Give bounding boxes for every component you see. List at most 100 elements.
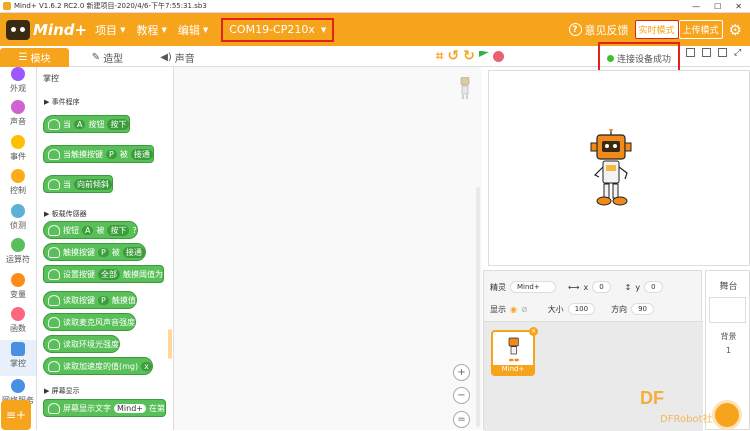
category-sound[interactable]: 声音: [0, 100, 36, 127]
size-label: 大小: [547, 304, 564, 314]
chevron-down-icon: ▼: [320, 25, 327, 34]
eye-hidden-icon[interactable]: ⊘: [521, 305, 528, 314]
delete-icon[interactable]: ✕: [529, 327, 538, 336]
extension-icon: ≡+: [5, 408, 27, 422]
category-control[interactable]: 控制: [0, 169, 36, 196]
minimize-button[interactable]: —: [692, 2, 700, 11]
menu-project[interactable]: 项目 ▼: [95, 22, 125, 38]
mpython-icon: [48, 402, 60, 414]
logo: Mind+: [6, 19, 88, 40]
zoom-in-button[interactable]: +: [453, 364, 470, 381]
close-button[interactable]: ✕: [735, 2, 742, 11]
logo-face-icon: [6, 19, 30, 40]
show-label: 显示: [490, 304, 506, 314]
block-read-mic[interactable]: 读取麦克风声音强度: [43, 313, 136, 331]
fullscreen-icon[interactable]: ⤢: [734, 48, 741, 58]
stage-thumbnail[interactable]: [709, 297, 746, 323]
y-label: y: [635, 282, 641, 292]
undo-icon[interactable]: ↺: [447, 48, 459, 64]
mpython-icon: [48, 294, 60, 306]
menu-tutorial[interactable]: 教程 ▼: [136, 22, 166, 38]
category-sensing[interactable]: 侦测: [0, 204, 36, 231]
mpython-icon: [48, 246, 60, 258]
block-read-light[interactable]: 读取环境光强度: [43, 335, 120, 353]
maximize-button[interactable]: ☐: [714, 2, 721, 11]
sprite-thumb-label: Mind+: [491, 365, 535, 376]
block-screen-text[interactable]: 屏幕显示文字 Mind+ 在第: [43, 399, 166, 417]
x-label: x: [583, 282, 589, 292]
stage-canvas[interactable]: [488, 70, 750, 266]
y-arrows-icon: ↕: [624, 282, 632, 292]
feedback-button[interactable]: ? 意见反馈: [568, 22, 629, 38]
normal-stage-icon[interactable]: [702, 48, 711, 57]
add-sprite-button[interactable]: [712, 400, 742, 430]
extensions-button[interactable]: ≡+: [1, 400, 31, 430]
tab-blocks[interactable]: ☰ 模块: [0, 48, 69, 67]
connected-dot-icon: [606, 55, 614, 62]
y-input[interactable]: 0: [644, 281, 663, 293]
palette-scrollbar[interactable]: [168, 329, 172, 359]
block-when-touch[interactable]: 当触摸按键 P 被接通: [43, 145, 154, 163]
green-flag-icon[interactable]: [478, 50, 489, 58]
gear-icon[interactable]: ⚙: [729, 21, 742, 39]
direction-input[interactable]: 90: [631, 303, 654, 315]
sprite-name-input[interactable]: Mind+: [510, 281, 556, 293]
redo-icon[interactable]: ↻: [463, 48, 475, 64]
eye-icon[interactable]: ◉: [510, 305, 517, 314]
block-palette: 掌控 ▶ 事件程序 当 A 按钮 按下 当触摸按键 P 被接通 当向前倾斜 ▶ 板载传感器…: [37, 67, 174, 430]
block-read-accel[interactable]: 读取加速度的值(mg) x: [43, 357, 153, 375]
question-icon: ?: [568, 23, 582, 36]
mpython-icon: [48, 224, 60, 236]
mpython-icon: [48, 338, 60, 350]
watermark-logo: DF: [640, 388, 664, 408]
tab-costumes[interactable]: ✎ 造型: [75, 48, 140, 67]
category-events[interactable]: 事件: [0, 135, 36, 162]
brush-icon: ✎: [91, 52, 101, 63]
tab-sounds[interactable]: ◀) 声音: [145, 48, 210, 67]
blocks-icon: ☰: [18, 52, 28, 63]
realtime-mode-button[interactable]: 实时模式: [634, 20, 679, 39]
mpython-icon: [48, 360, 60, 372]
palette-heading: 掌控: [43, 74, 59, 83]
direction-label: 方向: [611, 304, 628, 314]
block-read-touch[interactable]: 读取按键 P 触摸值: [43, 291, 137, 309]
stage-title: 舞台: [719, 282, 738, 292]
category-functions[interactable]: 函数: [0, 307, 36, 334]
sprite-label: 精灵: [490, 282, 506, 292]
upload-mode-button[interactable]: 上传模式: [678, 20, 723, 39]
mpython-icon: [48, 148, 60, 160]
sprite-thumbnail[interactable]: ✕ Mind+: [491, 327, 538, 376]
small-stage-icon[interactable]: [686, 48, 695, 57]
port-label: COM19-CP210x: [229, 23, 315, 36]
port-selector[interactable]: COM19-CP210x ▼: [221, 17, 335, 42]
category-looks[interactable]: 外观: [0, 67, 36, 94]
block-touch-pressed[interactable]: 触摸按键 P 被接通: [43, 243, 146, 261]
size-input[interactable]: 100: [567, 303, 596, 315]
category-menu: 外观 声音 事件 控制 侦测 运算符 变量 函数 掌控 网络服务: [0, 67, 37, 430]
workspace-scrollbar[interactable]: [476, 187, 480, 427]
code-workspace[interactable]: + − =: [174, 67, 482, 430]
category-variables[interactable]: 变量: [0, 273, 36, 300]
category-mpython[interactable]: 掌控: [0, 340, 36, 376]
mpython-icon: [48, 316, 60, 328]
zoom-reset-button[interactable]: =: [453, 411, 470, 428]
large-stage-icon[interactable]: [718, 48, 727, 57]
crop-icon[interactable]: ⌗: [436, 49, 443, 64]
sprite-robot-icon: [460, 77, 470, 99]
mind-plus-sprite[interactable]: [589, 129, 635, 213]
block-when-button[interactable]: 当 A 按钮 按下: [43, 115, 131, 133]
category-operators[interactable]: 运算符: [0, 238, 36, 265]
block-when-tilt[interactable]: 当向前倾斜: [43, 175, 113, 193]
x-input[interactable]: 0: [592, 281, 611, 293]
zoom-out-button[interactable]: −: [453, 387, 470, 404]
mpython-icon: [48, 178, 60, 190]
mpython-icon: [48, 268, 60, 280]
logo-text: Mind+: [33, 20, 88, 39]
chevron-down-icon: ▼: [202, 25, 209, 34]
block-button-pressed[interactable]: 按钮 A 被按下?: [43, 221, 138, 239]
menu-edit[interactable]: 编辑 ▼: [178, 22, 208, 38]
stop-icon[interactable]: [492, 50, 504, 62]
chevron-down-icon: ▼: [161, 25, 167, 34]
window-title: Mind+ V1.6.2 RC2.0 新建项目-2020/4/6-下午7:55:…: [14, 2, 207, 10]
block-set-touch-threshold[interactable]: 设置按键 全部 触摸阈值为: [43, 265, 164, 283]
